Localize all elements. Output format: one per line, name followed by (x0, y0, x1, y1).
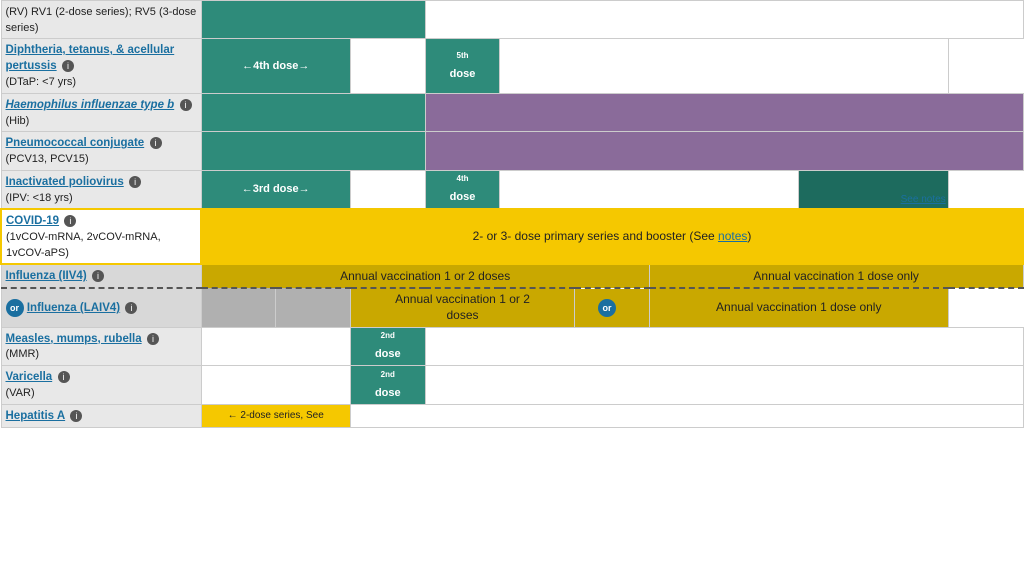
ipv-see-notes[interactable]: See notes (901, 194, 946, 205)
hepa-link[interactable]: Hepatitis A (6, 410, 66, 422)
covid-notes-link[interactable]: notes (718, 229, 747, 243)
ipv-4th-dose: 4th dose (425, 170, 500, 209)
info-icon-mmr[interactable]: i (147, 333, 159, 345)
or-badge-laiv4: or (6, 299, 24, 317)
or-badge-mid: or (598, 299, 616, 317)
dtap-link[interactable]: Diphtheria, tetanus, & acellular pertuss… (6, 44, 175, 72)
table-row: Inactivated poliovirus i (IPV: <18 yrs) … (1, 170, 1023, 209)
info-icon-laiv4[interactable]: i (125, 302, 137, 314)
mmr-2nd-dose: 2nd dose (350, 327, 425, 366)
ipv-3rd-dose: ←3rd dose→ (201, 170, 350, 209)
iiv4-annual2: Annual vaccination 1 dose only (649, 264, 1023, 288)
vaccine-name-dtap: Diphtheria, tetanus, & acellular pertuss… (1, 39, 201, 93)
ipv-link[interactable]: Inactivated poliovirus (6, 176, 124, 188)
info-icon-hib[interactable]: i (180, 99, 192, 111)
vaccine-name-covid: COVID-19 i (1vCOV-mRNA, 2vCOV-mRNA, 1vCO… (1, 209, 201, 264)
info-icon-ipv[interactable]: i (129, 176, 141, 188)
covid-link[interactable]: COVID-19 (6, 215, 59, 227)
pcv-link[interactable]: Pneumococcal conjugate (6, 137, 145, 149)
laiv4-annual2: Annual vaccination 1 dose only (649, 288, 948, 327)
mmr-link[interactable]: Measles, mumps, rubella (6, 333, 142, 345)
info-icon-hepa[interactable]: i (70, 410, 82, 422)
vaccine-name-hepa: Hepatitis A i (1, 404, 201, 427)
var-link[interactable]: Varicella (6, 371, 53, 383)
laiv4-link[interactable]: Influenza (LAIV4) (27, 302, 120, 314)
laiv4-annual1: Annual vaccination 1 or 2 doses (350, 288, 574, 327)
table-row-iiv4: Influenza (IIV4) i Annual vaccination 1 … (1, 264, 1023, 288)
var-2nd-dose: 2nd dose (350, 366, 425, 405)
table-row: Haemophilus influenzae type b i (Hib) (1, 93, 1023, 132)
vaccine-name-rv: (RV) RV1 (2-dose series); RV5 (3-dose se… (1, 1, 201, 39)
info-icon-iiv4[interactable]: i (92, 270, 104, 282)
info-icon-pcv[interactable]: i (150, 137, 162, 149)
info-icon-covid[interactable]: i (64, 215, 76, 227)
table-row-laiv4: or Influenza (LAIV4) i Annual vaccinatio… (1, 288, 1023, 327)
table-row: Diphtheria, tetanus, & acellular pertuss… (1, 39, 1023, 93)
table-row-hepa: Hepatitis A i ← 2-dose series, See (1, 404, 1023, 427)
info-icon-var[interactable]: i (58, 371, 70, 383)
iiv4-annual1: Annual vaccination 1 or 2 doses (201, 264, 649, 288)
hepa-dose-info: ← 2-dose series, See (201, 404, 350, 427)
vaccination-schedule-table: (RV) RV1 (2-dose series); RV5 (3-dose se… (0, 0, 1024, 428)
table-row-mmr: Measles, mumps, rubella i (MMR) 2nd dose (1, 327, 1023, 366)
table-row: Pneumococcal conjugate i (PCV13, PCV15) (1, 132, 1023, 171)
dtap-5th-dose: 5th dose (425, 39, 500, 93)
rv-dose-col (201, 1, 425, 39)
table-row-var: Varicella i (VAR) 2nd dose (1, 366, 1023, 405)
dtap-4th-dose: ←4th dose→ (201, 39, 350, 93)
vaccine-name-ipv: Inactivated poliovirus i (IPV: <18 yrs) (1, 170, 201, 209)
vaccine-name-laiv4: or Influenza (LAIV4) i (1, 288, 201, 327)
iiv4-link[interactable]: Influenza (IIV4) (6, 270, 87, 282)
info-icon-dtap[interactable]: i (62, 60, 74, 72)
covid-dose-info: 2- or 3- dose primary series and booster… (201, 209, 1023, 264)
table-row: (RV) RV1 (2-dose series); RV5 (3-dose se… (1, 1, 1023, 39)
hib-link[interactable]: Haemophilus influenzae type b (6, 99, 175, 111)
vaccine-name-var: Varicella i (VAR) (1, 366, 201, 405)
vaccine-name-iiv4: Influenza (IIV4) i (1, 264, 201, 288)
vaccine-name-hib: Haemophilus influenzae type b i (Hib) (1, 93, 201, 132)
vaccine-name-pcv: Pneumococcal conjugate i (PCV13, PCV15) (1, 132, 201, 171)
table-row-covid: COVID-19 i (1vCOV-mRNA, 2vCOV-mRNA, 1vCO… (1, 209, 1023, 264)
vaccine-name-mmr: Measles, mumps, rubella i (MMR) (1, 327, 201, 366)
